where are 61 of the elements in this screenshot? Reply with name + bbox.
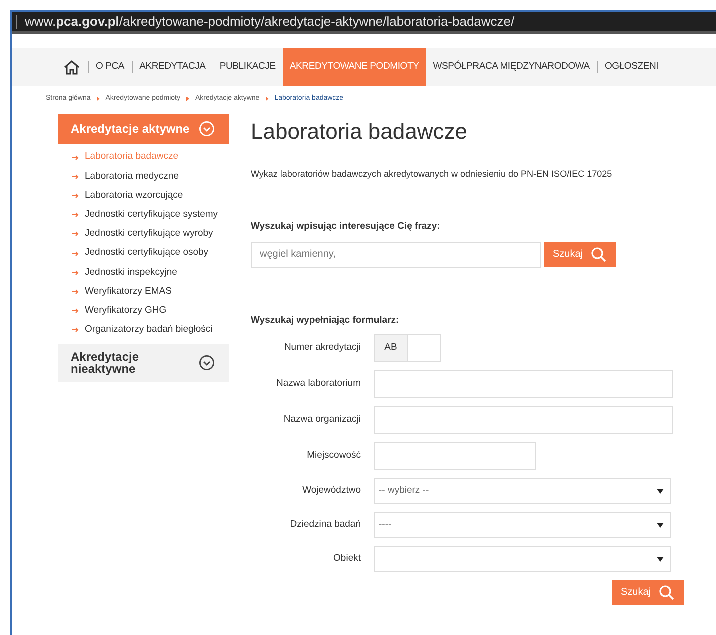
nav-link[interactable]: PUBLIKACJE	[212, 60, 283, 74]
sidebar-link[interactable]: Weryfikatorzy EMAS	[72, 282, 229, 302]
select-field[interactable]: ----	[374, 512, 671, 538]
field-prefix: AB	[375, 335, 408, 361]
select-value: -- wybierz --	[379, 484, 430, 498]
breadcrumb-separator-icon	[96, 96, 100, 102]
sidebar-link[interactable]: Weryfikatorzy GHG	[72, 302, 229, 321]
accreditation-number-field[interactable]: AB	[374, 334, 441, 362]
field-label: Nazwa laboratorium	[276, 376, 362, 391]
nav-link[interactable]: OGŁOSZENI	[598, 60, 666, 74]
caret-icon	[657, 488, 664, 494]
url-text[interactable]: www.pca.gov.pl/akredytowane-podmioty/akredytacje-aktywne/laboratoria-badawcze/	[25, 12, 515, 32]
sidebar-link[interactable]: Jednostki certyfikujące wyroby	[72, 224, 229, 244]
section-title: Akredytacje nieaktywne	[71, 350, 140, 375]
breadcrumb-separator-icon	[186, 96, 190, 102]
field-label: Miejscowość	[306, 448, 362, 463]
home-icon[interactable]	[64, 60, 80, 74]
sidebar-section-header[interactable]: Akredytacje nieaktywne	[58, 344, 229, 382]
page-description: Wykaz laboratoriów badawczych akredytowanych w odniesieniu do PN-EN ISO/IEC 17025	[251, 168, 614, 181]
sidebar-link[interactable]: Organizatorzy badań biegłości	[72, 320, 229, 340]
field-label: Numer akredytacji	[283, 340, 362, 355]
arrow-right-icon	[72, 174, 79, 180]
nav-link[interactable]: AKREDYTACJA	[132, 60, 213, 74]
arrow-right-icon	[72, 250, 79, 257]
nav-link[interactable]: O PCA	[89, 60, 132, 74]
arrow-right-icon	[72, 212, 79, 218]
field-label: Obiekt	[332, 552, 362, 566]
select-field[interactable]	[374, 546, 671, 572]
sidebar-link[interactable]: Jednostki inspekcyjne	[72, 263, 229, 282]
input-field[interactable]	[374, 406, 673, 434]
caret-icon	[657, 556, 664, 562]
sidebar-link[interactable]: Jednostki certyfikujące osoby	[72, 244, 229, 264]
input-field[interactable]	[374, 370, 673, 398]
page-title: Laboratoria badawcze	[251, 118, 468, 146]
arrow-right-icon	[72, 231, 79, 238]
nav-link[interactable]: WSPÓŁPRACA MIĘDZYNARODOWA	[426, 60, 597, 74]
select-value: ----	[379, 518, 392, 532]
form-heading: Wyszukaj wypełniając formularz:	[251, 314, 400, 328]
search-icon	[591, 246, 608, 263]
input-field[interactable]	[374, 442, 536, 470]
field-label: Dziedzina badań	[289, 518, 362, 532]
field-label: Nazwa organizacji	[282, 412, 362, 427]
search-heading: Wyszukaj wpisując interesujące Cię frazy:	[251, 220, 442, 234]
section-title: Akredytacje aktywne	[71, 121, 190, 138]
chevron-down-icon	[199, 354, 215, 371]
arrow-right-icon	[72, 154, 79, 161]
sidebar-link[interactable]: Jednostki certyfikujące systemy	[72, 206, 229, 225]
select-field[interactable]: -- wybierz --	[374, 478, 671, 504]
search-field[interactable]: węgiel kamienny,	[251, 242, 541, 268]
arrow-right-icon	[72, 308, 79, 314]
arrow-right-icon	[72, 288, 79, 295]
arrow-right-icon	[72, 192, 79, 199]
breadcrumb-separator-icon	[266, 96, 269, 102]
field-label: Województwo	[302, 484, 362, 498]
sidebar-link[interactable]: Laboratoria medyczne	[72, 167, 229, 186]
search-icon	[659, 584, 675, 600]
chevron-down-icon	[199, 121, 215, 137]
sidebar-link[interactable]: Laboratoria wzorcujące	[72, 186, 229, 206]
arrow-right-icon	[72, 270, 79, 276]
arrow-right-icon	[72, 327, 79, 334]
caret-icon	[657, 522, 664, 528]
